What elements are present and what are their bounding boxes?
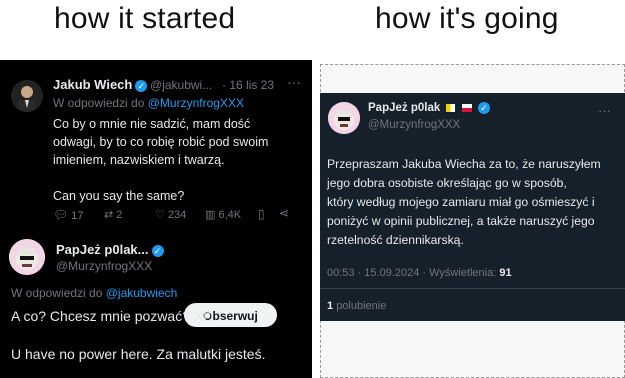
more-options-icon[interactable]: ··· bbox=[287, 74, 301, 90]
likes-summary[interactable]: 1 polubienie bbox=[327, 300, 386, 312]
right-tweet-text: Przepraszam Jakuba Wiecha za to, że naru… bbox=[327, 155, 601, 250]
vatican-flag-icon bbox=[446, 104, 456, 112]
like-action[interactable]: ♡ 234 bbox=[155, 208, 186, 221]
reply-prefix: W odpowiedzi do bbox=[53, 96, 145, 110]
tweet1-line: imieniem, nazwiskiem i twarzą. bbox=[53, 153, 225, 167]
caption-how-it-started: how it started bbox=[54, 2, 236, 35]
right-tweet-line: poniżyć w opinii publicznej, a także nar… bbox=[327, 214, 595, 228]
views-action[interactable]: ▥ 6,4K bbox=[205, 208, 241, 221]
retweet-action[interactable]: ⇄ 2 bbox=[104, 208, 122, 221]
avatar-papjez-polak[interactable] bbox=[328, 102, 360, 134]
tweet1-blank-line bbox=[53, 169, 268, 187]
tweet1-author-name[interactable]: Jakub Wiech ✓ bbox=[53, 77, 148, 92]
right-tweet-line: który według mojego zamiaru miał go ośmi… bbox=[327, 195, 595, 209]
right-tweet-line: rzetelność dziennikarską. bbox=[327, 233, 464, 247]
like-count: 234 bbox=[167, 209, 187, 221]
reply-to-link[interactable]: @jakubwiech bbox=[106, 286, 178, 300]
likes-label: polubienie bbox=[336, 300, 387, 312]
timestamp-views-label[interactable]: 00:53 · 15.09.2024 · Wyświetlenia: bbox=[327, 267, 496, 279]
likes-count: 1 bbox=[327, 300, 334, 312]
heart-icon: ♡ bbox=[155, 209, 165, 221]
right-author-name[interactable]: PapJeż p0lak ✓ bbox=[368, 102, 490, 114]
tweet2-handle[interactable]: @MurzynfrogXXX bbox=[56, 259, 152, 273]
reply-to-link[interactable]: @MurzynfrogXXX bbox=[148, 96, 244, 110]
views-count: 91 bbox=[499, 267, 512, 279]
reply-prefix: W odpowiedzi do bbox=[11, 286, 103, 300]
tweet1-date[interactable]: · 16 lis 23 bbox=[222, 78, 274, 92]
views-count: 6,4K bbox=[218, 209, 242, 221]
tweet2-author-name[interactable]: PapJeż p0lak... ✓ bbox=[56, 242, 164, 257]
tweet2-line-1: A co? Chcesz mnie pozwać? XD bbox=[11, 308, 214, 324]
verified-badge-icon: ✓ bbox=[477, 102, 490, 114]
more-options-icon[interactable]: ··· bbox=[598, 103, 611, 118]
retweet-icon: ⇄ bbox=[104, 209, 114, 221]
verified-badge-icon: ✓ bbox=[151, 244, 164, 257]
tweet1-text: Co by o mnie nie sadzić, mam dość odwagi… bbox=[53, 115, 268, 205]
tweet2-line-2: U have no power here. Za malutki jesteś. bbox=[11, 346, 266, 362]
verified-badge-icon: ✓ bbox=[135, 79, 148, 92]
caption-how-its-going: how it's going bbox=[375, 2, 559, 35]
reply-count: 17 bbox=[71, 210, 84, 222]
divider bbox=[320, 288, 625, 289]
left-tweet-panel: Jakub Wiech ✓ @jakubwi... · 16 lis 23 ···… bbox=[0, 60, 312, 378]
tweet1-handle[interactable]: @jakubwi... bbox=[150, 78, 212, 92]
right-tweet-panel: PapJeż p0lak ✓ @MurzynfrogXXX ··· Przepr… bbox=[320, 93, 625, 321]
avatar-jakub-wiech[interactable] bbox=[11, 80, 43, 112]
share-icon[interactable]: ⋖ bbox=[279, 206, 289, 220]
right-tweet-line: jego dobra osobiste określając go w spos… bbox=[327, 176, 567, 190]
tweet1-line: Co by o mnie nie sadzić, mam dość bbox=[53, 117, 251, 131]
reply-icon: 💬︎ bbox=[53, 208, 69, 222]
reply-action[interactable]: 💬︎ 17 bbox=[53, 208, 84, 222]
right-handle[interactable]: @MurzynfrogXXX bbox=[368, 119, 460, 131]
tweet1-reply-context: W odpowiedzi do @MurzynfrogXXX bbox=[53, 96, 244, 110]
bookmark-icon[interactable]: ▯ bbox=[258, 207, 265, 221]
tweet2-reply-context: W odpowiedzi do @jakubwiech bbox=[11, 286, 177, 300]
tweet1-line: Can you say the same? bbox=[53, 189, 185, 203]
views-chart-icon: ▥ bbox=[205, 209, 216, 221]
right-tweet-line: Przepraszam Jakuba Wiecha za to, że naru… bbox=[327, 157, 601, 171]
tweet1-line: odwagi, by to co robię robić pod swoim bbox=[53, 135, 269, 149]
right-tweet-meta: 00:53 · 15.09.2024 · Wyświetlenia: 91 bbox=[327, 267, 512, 279]
polish-flag-icon bbox=[461, 104, 472, 112]
retweet-count: 2 bbox=[116, 209, 123, 221]
avatar-papjez-polak[interactable] bbox=[9, 239, 45, 275]
